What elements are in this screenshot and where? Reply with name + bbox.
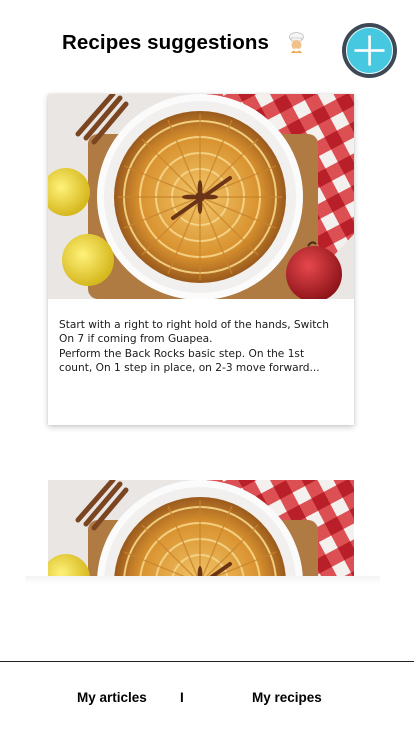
add-recipe-button[interactable] (342, 23, 397, 78)
recipe-card[interactable] (48, 480, 354, 582)
chef-icon (289, 32, 304, 53)
nav-separator: I (180, 690, 184, 705)
recipe-description-line: Start with a right to right hold of the … (59, 319, 329, 346)
bottom-nav-divider (0, 661, 414, 662)
plus-icon (354, 35, 385, 66)
nav-my-articles[interactable]: My articles (77, 690, 147, 705)
nav-my-recipes[interactable]: My recipes (252, 690, 322, 705)
recipe-image (48, 94, 354, 299)
recipe-image (48, 480, 354, 582)
page-title: Recipes suggestions (62, 31, 269, 54)
scroll-fade (25, 576, 380, 584)
recipe-description: Start with a right to right hold of the … (59, 318, 329, 375)
recipe-card[interactable]: Start with a right to right hold of the … (48, 94, 354, 425)
recipe-description-line: Perform the Back Rocks basic step. On th… (59, 347, 320, 374)
